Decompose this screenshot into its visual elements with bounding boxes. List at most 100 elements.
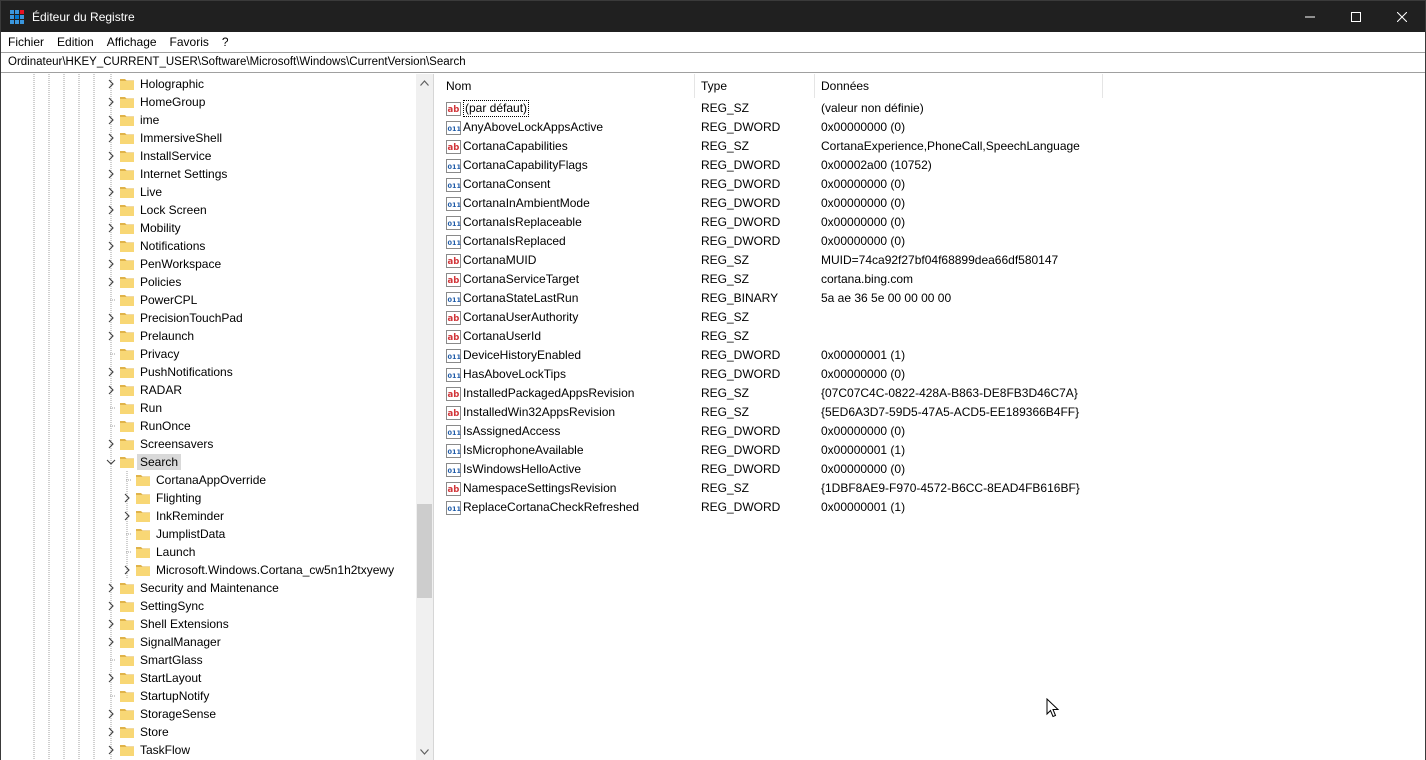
chevron-right-icon[interactable] [106,600,116,612]
minimize-button[interactable] [1287,1,1333,32]
tree-node[interactable]: StartupNotify [1,687,416,705]
chevron-right-icon[interactable] [106,114,116,126]
chevron-right-icon[interactable] [106,582,116,594]
chevron-right-icon[interactable] [106,132,116,144]
scroll-thumb[interactable] [417,504,432,598]
chevron-right-icon[interactable] [106,204,116,216]
value-row[interactable]: 011 CortanaConsent REG_DWORD 0x00000000 (0) [440,175,1425,194]
address-bar[interactable]: Ordinateur\HKEY_CURRENT_USER\Software\Mi… [1,52,1425,73]
menu-edition[interactable]: Edition [50,32,100,52]
tree-node[interactable]: Run [1,399,416,417]
menu-help[interactable]: ? [215,32,235,52]
chevron-right-icon[interactable] [106,384,116,396]
value-row[interactable]: ab CortanaServiceTarget REG_SZ cortana.bing… [440,270,1425,289]
value-row[interactable]: 011 AnyAboveLockAppsActive REG_DWORD 0x0000… [440,118,1425,137]
tree-node[interactable]: TaskFlow [1,741,416,759]
tree-node[interactable]: Prelaunch [1,327,416,345]
chevron-right-icon[interactable] [122,492,132,504]
chevron-down-icon[interactable] [106,456,116,468]
chevron-right-icon[interactable] [106,366,116,378]
tree-node[interactable]: Store [1,723,416,741]
tree-node[interactable]: JumplistData [1,525,416,543]
tree-node[interactable]: Lock Screen [1,201,416,219]
chevron-right-icon[interactable] [106,708,116,720]
chevron-right-icon[interactable] [106,330,116,342]
chevron-right-icon[interactable] [106,96,116,108]
menu-favoris[interactable]: Favoris [163,32,215,52]
tree-node[interactable]: RunOnce [1,417,416,435]
tree-node[interactable]: Flighting [1,489,416,507]
tree-node[interactable]: PrecisionTouchPad [1,309,416,327]
address-path[interactable]: Ordinateur\HKEY_CURRENT_USER\Software\Mi… [8,56,466,68]
tree-node[interactable]: InkReminder [1,507,416,525]
maximize-button[interactable] [1333,1,1379,32]
value-row[interactable]: 011 CortanaCapabilityFlags REG_DWORD 0x0000… [440,156,1425,175]
tree-node[interactable]: Mobility [1,219,416,237]
chevron-right-icon[interactable] [106,636,116,648]
tree-node[interactable]: InstallService [1,147,416,165]
value-row[interactable]: ab CortanaMUID REG_SZ MUID=74ca92f27bf04f68… [440,251,1425,270]
key-tree-pane[interactable]: Holographic HomeGroup ime ImmersiveShell Ins… [1,74,434,760]
menu-fichier[interactable]: Fichier [1,32,50,52]
value-row[interactable]: ab NamespaceSettingsRevision REG_SZ {1DBF8A… [440,479,1425,498]
column-header-name[interactable]: Nom [440,74,695,98]
value-row[interactable]: ab CortanaUserAuthority REG_SZ [440,308,1425,327]
column-header-data[interactable]: Données [815,74,1103,98]
title-bar[interactable]: Éditeur du Registre [1,1,1425,32]
scroll-up-button[interactable] [416,74,433,91]
tree-node[interactable]: ime [1,111,416,129]
value-row[interactable]: 011 ReplaceCortanaCheckRefreshed REG_DWORD… [440,498,1425,517]
tree-node[interactable]: Holographic [1,75,416,93]
chevron-right-icon[interactable] [106,744,116,756]
tree-node[interactable]: StartLayout [1,669,416,687]
value-row[interactable]: 011 CortanaIsReplaceable REG_DWORD 0x000000… [440,213,1425,232]
tree-node[interactable]: Launch [1,543,416,561]
values-list-pane[interactable]: Nom Type Données ab (par défaut) REG_SZ (va… [440,74,1425,760]
scroll-down-button[interactable] [416,743,433,760]
value-row[interactable]: 011 HasAboveLockTips REG_DWORD 0x00000000 (… [440,365,1425,384]
chevron-right-icon[interactable] [106,150,116,162]
tree-node[interactable]: ImmersiveShell [1,129,416,147]
tree-node[interactable]: Live [1,183,416,201]
tree-node[interactable]: PowerCPL [1,291,416,309]
tree-node[interactable]: Microsoft.Windows.Cortana_cw5n1h2txyewy [1,561,416,579]
tree-node[interactable]: Notifications [1,237,416,255]
value-row[interactable]: ab InstalledPackagedAppsRevision REG_SZ {07… [440,384,1425,403]
tree-node[interactable]: Internet Settings [1,165,416,183]
chevron-right-icon[interactable] [106,240,116,252]
tree-node[interactable]: RADAR [1,381,416,399]
value-row[interactable]: 011 IsAssignedAccess REG_DWORD 0x00000000 (… [440,422,1425,441]
tree-node[interactable]: HomeGroup [1,93,416,111]
tree-node[interactable]: Privacy [1,345,416,363]
value-row[interactable]: 011 CortanaInAmbientMode REG_DWORD 0x000000… [440,194,1425,213]
menu-affichage[interactable]: Affichage [100,32,163,52]
tree-scrollbar[interactable] [416,74,433,760]
value-row[interactable]: 011 IsMicrophoneAvailable REG_DWORD 0x00000… [440,441,1425,460]
chevron-right-icon[interactable] [106,438,116,450]
tree-node[interactable]: StorageSense [1,705,416,723]
value-row[interactable]: 011 CortanaIsReplaced REG_DWORD 0x00000000 … [440,232,1425,251]
chevron-right-icon[interactable] [106,618,116,630]
chevron-right-icon[interactable] [106,168,116,180]
value-row[interactable]: ab CortanaUserId REG_SZ [440,327,1425,346]
tree-node[interactable]: PenWorkspace [1,255,416,273]
column-header-type[interactable]: Type [695,74,815,98]
tree-node[interactable]: SignalManager [1,633,416,651]
tree-node[interactable]: Policies [1,273,416,291]
tree-node[interactable]: CortanaAppOverride [1,471,416,489]
tree-node[interactable]: Screensavers [1,435,416,453]
tree-node[interactable]: Search [1,453,416,471]
chevron-right-icon[interactable] [106,78,116,90]
chevron-right-icon[interactable] [106,672,116,684]
value-row[interactable]: 011 IsWindowsHelloActive REG_DWORD 0x000000… [440,460,1425,479]
tree-node[interactable]: Shell Extensions [1,615,416,633]
chevron-right-icon[interactable] [122,510,132,522]
chevron-right-icon[interactable] [106,726,116,738]
value-row[interactable]: ab (par défaut) REG_SZ (valeur non définie) [440,99,1425,118]
tree-node[interactable]: Security and Maintenance [1,579,416,597]
close-button[interactable] [1379,1,1425,32]
value-row[interactable]: 011 CortanaStateLastRun REG_BINARY 5a ae 36… [440,289,1425,308]
tree-node[interactable]: SmartGlass [1,651,416,669]
chevron-right-icon[interactable] [106,186,116,198]
tree-node[interactable]: SettingSync [1,597,416,615]
